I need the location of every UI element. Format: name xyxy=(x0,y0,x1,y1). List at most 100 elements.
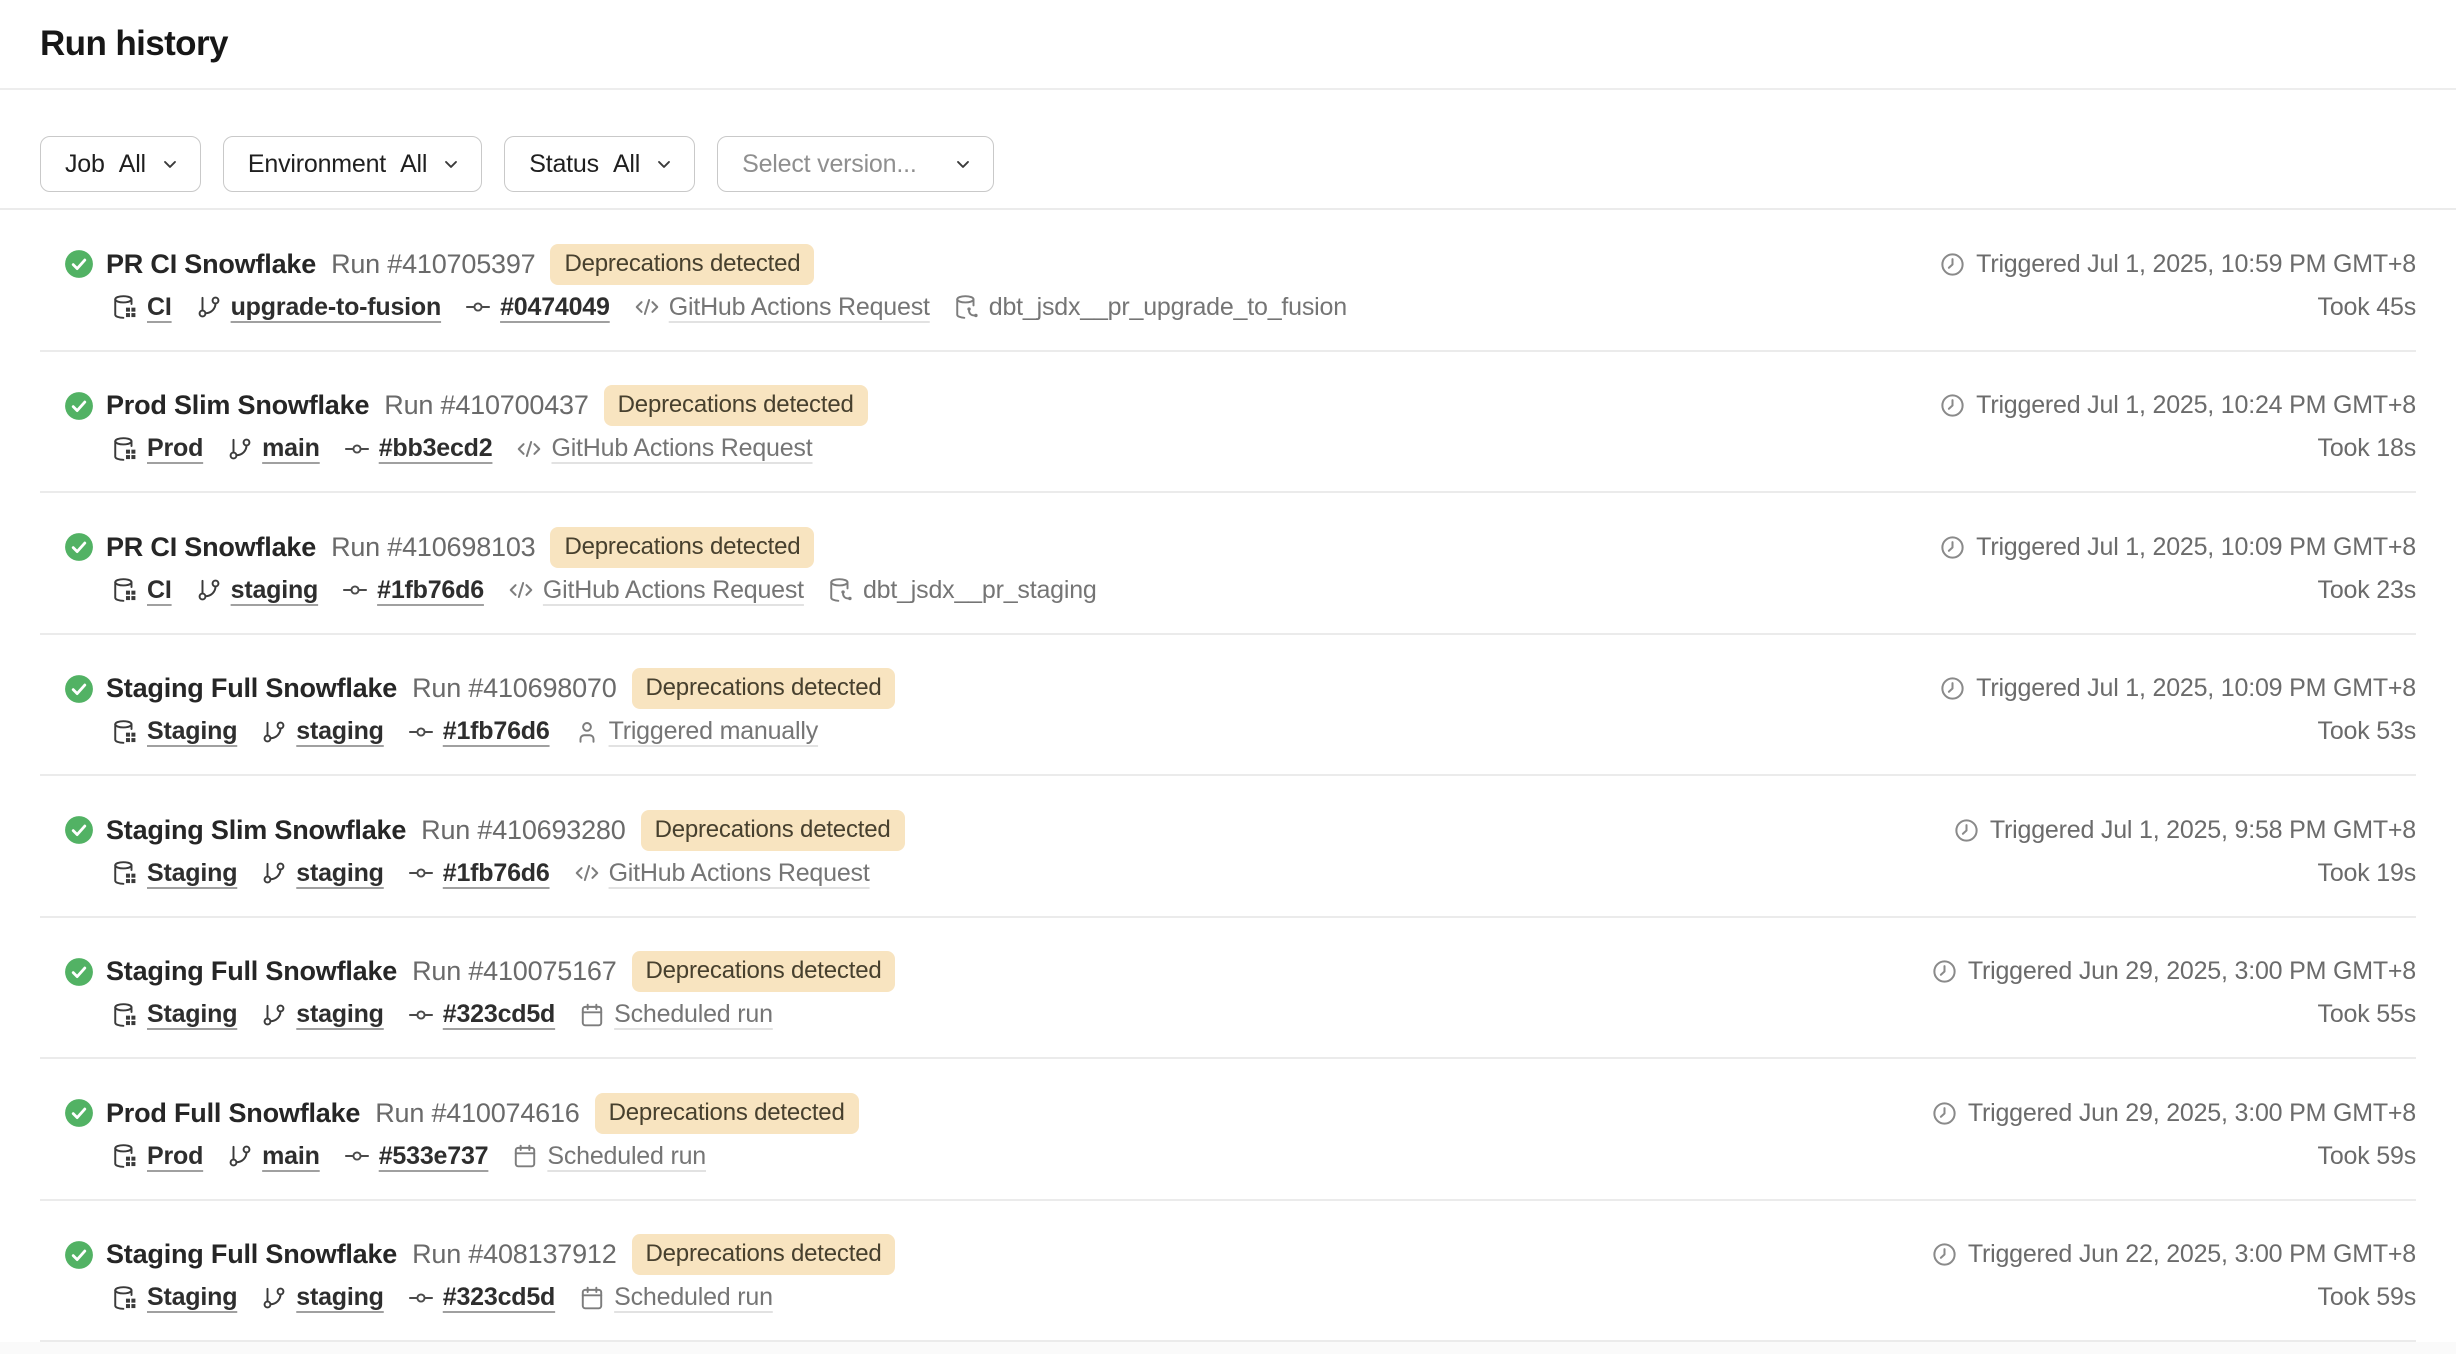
commit-item: #1fb76d6 xyxy=(408,859,550,888)
code-icon xyxy=(508,577,534,603)
branch-item: main xyxy=(227,434,320,463)
run-row[interactable]: Prod Full Snowflake Run #410074616 Depre… xyxy=(40,1059,2416,1201)
code-icon xyxy=(634,294,660,320)
commit-link[interactable]: #1fb76d6 xyxy=(443,717,550,746)
run-main: Staging Slim Snowflake Run #410693280 De… xyxy=(106,776,1953,916)
run-job-name: PR CI Snowflake xyxy=(106,532,316,563)
triggered-line: Triggered Jun 29, 2025, 3:00 PM GMT+8 xyxy=(1931,953,2416,991)
environment-link[interactable]: Staging xyxy=(147,859,237,888)
run-job-name: PR CI Snowflake xyxy=(106,249,316,280)
calendar-icon xyxy=(579,1002,605,1028)
run-success-icon xyxy=(64,1240,94,1270)
trigger-label[interactable]: GitHub Actions Request xyxy=(669,293,930,322)
duration-line: Took 59s xyxy=(2318,1138,2416,1174)
run-success-icon xyxy=(64,957,94,987)
commit-link[interactable]: #323cd5d xyxy=(443,1000,555,1029)
duration-line: Took 55s xyxy=(2318,997,2416,1033)
run-row[interactable]: Staging Full Snowflake Run #408137912 De… xyxy=(40,1201,2416,1343)
commit-link[interactable]: #533e737 xyxy=(379,1142,489,1171)
deprecations-badge: Deprecations detected xyxy=(550,527,814,568)
run-row[interactable]: Staging Slim Snowflake Run #410693280 De… xyxy=(40,776,2416,918)
triggered-at: Triggered Jul 1, 2025, 10:09 PM GMT+8 xyxy=(1976,533,2416,562)
trigger-label[interactable]: GitHub Actions Request xyxy=(609,859,870,888)
environment-filter-dropdown[interactable]: Environment All xyxy=(223,136,482,192)
run-row[interactable]: Staging Full Snowflake Run #410698070 De… xyxy=(40,635,2416,777)
run-success-icon xyxy=(64,249,94,279)
commit-link[interactable]: #323cd5d xyxy=(443,1283,555,1312)
version-filter-dropdown[interactable]: Select version... xyxy=(717,136,993,192)
environment-database-icon xyxy=(112,1285,138,1311)
branch-link[interactable]: staging xyxy=(231,576,319,605)
run-job-name: Staging Slim Snowflake xyxy=(106,815,406,846)
triggered-at: Triggered Jul 1, 2025, 10:09 PM GMT+8 xyxy=(1976,674,2416,703)
run-row[interactable]: Prod Slim Snowflake Run #410700437 Depre… xyxy=(40,352,2416,494)
deprecations-badge: Deprecations detected xyxy=(595,1093,859,1134)
git-branch-icon xyxy=(196,294,222,320)
triggered-line: Triggered Jul 1, 2025, 9:58 PM GMT+8 xyxy=(1953,811,2416,849)
status-filter-dropdown[interactable]: Status All xyxy=(504,136,695,192)
git-branch-icon xyxy=(261,719,287,745)
took-duration: Took 23s xyxy=(2318,576,2416,605)
branch-link[interactable]: main xyxy=(262,434,320,463)
triggered-line: Triggered Jul 1, 2025, 10:24 PM GMT+8 xyxy=(1939,387,2416,425)
branch-link[interactable]: staging xyxy=(296,1283,384,1312)
git-commit-icon xyxy=(344,436,370,462)
code-icon xyxy=(574,860,600,886)
environment-link[interactable]: Staging xyxy=(147,717,237,746)
commit-link[interactable]: #1fb76d6 xyxy=(443,859,550,888)
environment-link[interactable]: Staging xyxy=(147,1283,237,1312)
run-number: Run #410074616 xyxy=(375,1098,579,1129)
environment-link[interactable]: Prod xyxy=(147,434,203,463)
clock-icon xyxy=(1931,1241,1958,1268)
chevron-down-icon xyxy=(441,154,461,174)
job-filter-label: Job xyxy=(65,150,105,179)
branch-item: staging xyxy=(261,1000,384,1029)
run-title-line: Staging Full Snowflake Run #408137912 De… xyxy=(106,1236,1931,1274)
branch-link[interactable]: main xyxy=(262,1142,320,1171)
commit-link[interactable]: #0474049 xyxy=(500,293,610,322)
run-title-line: Staging Full Snowflake Run #410075167 De… xyxy=(106,953,1931,991)
version-filter-placeholder: Select version... xyxy=(742,150,916,179)
run-row[interactable]: PR CI Snowflake Run #410698103 Deprecati… xyxy=(40,493,2416,635)
run-side: Triggered Jul 1, 2025, 10:09 PM GMT+8 To… xyxy=(1939,635,2416,775)
run-title-line: Prod Full Snowflake Run #410074616 Depre… xyxy=(106,1094,1931,1132)
trigger-label[interactable]: Scheduled run xyxy=(547,1142,706,1171)
environment-item: Staging xyxy=(112,1283,237,1312)
run-main: Prod Full Snowflake Run #410074616 Depre… xyxy=(106,1059,1931,1199)
trigger-item: Scheduled run xyxy=(512,1142,706,1171)
branch-link[interactable]: upgrade-to-fusion xyxy=(231,293,441,322)
footer-strip xyxy=(0,1342,2456,1354)
environment-link[interactable]: CI xyxy=(147,576,172,605)
duration-line: Took 59s xyxy=(2318,1280,2416,1316)
run-side: Triggered Jun 29, 2025, 3:00 PM GMT+8 To… xyxy=(1931,1059,2416,1199)
branch-link[interactable]: staging xyxy=(296,717,384,746)
branch-link[interactable]: staging xyxy=(296,859,384,888)
trigger-label[interactable]: Triggered manually xyxy=(609,717,818,746)
took-duration: Took 59s xyxy=(2318,1142,2416,1171)
run-row[interactable]: PR CI Snowflake Run #410705397 Deprecati… xyxy=(40,210,2416,352)
run-side: Triggered Jul 1, 2025, 10:09 PM GMT+8 To… xyxy=(1939,493,2416,633)
run-main: Staging Full Snowflake Run #410698070 De… xyxy=(106,635,1939,775)
duration-line: Took 45s xyxy=(2318,289,2416,325)
run-meta-line: Prod main xyxy=(112,1138,1931,1174)
commit-link[interactable]: #bb3ecd2 xyxy=(379,434,493,463)
job-filter-value: All xyxy=(119,150,146,179)
took-duration: Took 53s xyxy=(2318,717,2416,746)
code-icon xyxy=(516,436,542,462)
environment-link[interactable]: Staging xyxy=(147,1000,237,1029)
trigger-label[interactable]: Scheduled run xyxy=(614,1283,773,1312)
commit-link[interactable]: #1fb76d6 xyxy=(377,576,484,605)
took-duration: Took 19s xyxy=(2318,859,2416,888)
job-filter-dropdown[interactable]: Job All xyxy=(40,136,201,192)
trigger-label[interactable]: GitHub Actions Request xyxy=(543,576,804,605)
trigger-label[interactable]: GitHub Actions Request xyxy=(551,434,812,463)
run-row[interactable]: Staging Full Snowflake Run #410075167 De… xyxy=(40,918,2416,1060)
run-meta-line: Staging staging xyxy=(112,1280,1931,1316)
environment-link[interactable]: Prod xyxy=(147,1142,203,1171)
branch-link[interactable]: staging xyxy=(296,1000,384,1029)
run-main: PR CI Snowflake Run #410705397 Deprecati… xyxy=(106,210,1939,350)
environment-link[interactable]: CI xyxy=(147,293,172,322)
run-success-icon xyxy=(64,532,94,562)
trigger-label[interactable]: Scheduled run xyxy=(614,1000,773,1029)
trigger-item: GitHub Actions Request xyxy=(508,576,804,605)
